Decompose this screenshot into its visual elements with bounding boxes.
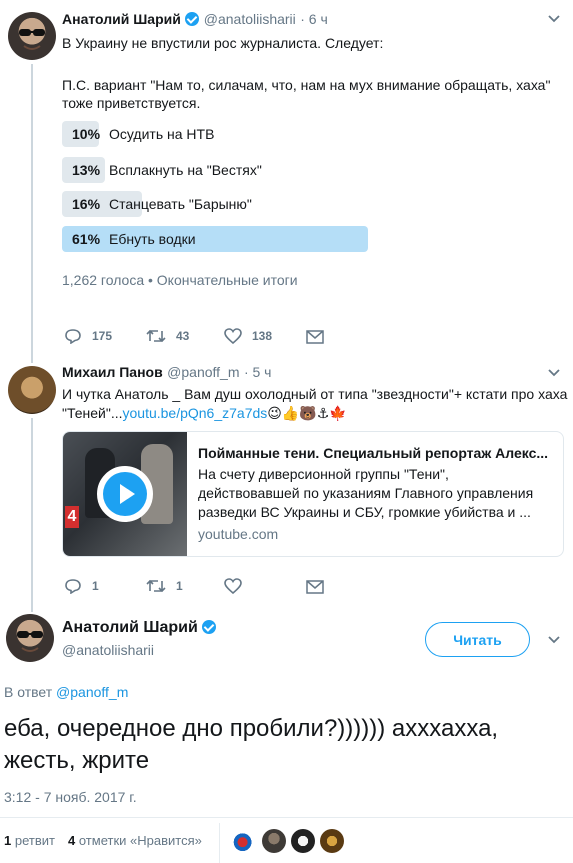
poll-percent: 10%	[72, 126, 101, 142]
thread-line	[31, 64, 33, 360]
tweet3-text-line1: еба, очередное дно пробили?)))))) ахххах…	[4, 715, 499, 742]
channel-logo: 4	[65, 506, 79, 528]
reply-icon	[65, 579, 81, 594]
poll-percent: 61%	[72, 231, 101, 247]
verified-icon	[202, 620, 217, 634]
author-handle[interactable]: @panoff_m	[167, 364, 239, 380]
verified-icon	[185, 12, 200, 26]
poll-percent: 13%	[72, 162, 101, 178]
poll-meta: 1,262 голоса • Окончательные итоги	[62, 272, 298, 288]
avatar-panov[interactable]	[8, 366, 56, 414]
retweet-count: 43	[176, 329, 190, 343]
emoji-row: 😉👍🐻⚓🍁	[267, 405, 347, 421]
retweet-button[interactable]: 1	[146, 578, 183, 594]
thread-line	[31, 598, 33, 612]
sunglasses-graphic	[19, 29, 45, 50]
card-thumbnail[interactable]: 4	[63, 432, 187, 556]
dm-icon[interactable]	[306, 579, 324, 595]
play-button[interactable]	[97, 466, 153, 522]
link-card[interactable]: 4 Пойманные тени. Специальный репортаж А…	[62, 431, 564, 557]
author-handle[interactable]: @anatoliisharii	[204, 11, 296, 27]
like-stat[interactable]: 4 отметки «Нравится»	[68, 833, 202, 848]
reply-context: В ответ @panoff_m	[4, 684, 128, 700]
tweet2-text-tail: "Теней"...	[62, 405, 123, 421]
poll-option: 16% Станцевать "Барыню"	[62, 191, 368, 217]
poll-option: 13% Всплакнуть на "Вестях"	[62, 157, 368, 183]
retweet-count: 1	[176, 579, 183, 593]
tweet3-name-row: Анатолий Шарий	[62, 619, 217, 637]
liker-avatar[interactable]	[291, 829, 315, 853]
sunglasses-graphic	[17, 631, 43, 652]
liker-avatar[interactable]	[233, 829, 257, 853]
retweet-icon	[146, 579, 166, 593]
avatar-sharii[interactable]	[8, 12, 56, 60]
tweet1-header: Анатолий Шарий @anatoliisharii · 6 ч	[62, 11, 328, 29]
card-description-line2: действовавшей по указаниям Главного упра…	[198, 485, 534, 501]
divider	[0, 817, 573, 818]
poll-label: Всплакнуть на "Вестях"	[109, 162, 262, 178]
author-name[interactable]: Анатолий Шарий	[62, 619, 198, 636]
reply-button[interactable]: 1	[64, 578, 99, 594]
card-title[interactable]: Пойманные тени. Специальный репортаж Але…	[198, 445, 548, 461]
card-domain: youtube.com	[198, 526, 279, 542]
tweet2-text-line1: И чутка Анатоль _ Вам душ охолодный от т…	[62, 386, 568, 402]
reply-icon	[65, 329, 81, 344]
reply-button[interactable]: 175	[64, 328, 112, 344]
poll-option: 61% Ебнуть водки	[62, 226, 368, 252]
tweet1-text-line1: В Украину не впустили рос журналиста. Сл…	[62, 35, 384, 51]
tweet1-text-line2: П.С. вариант "Нам то, силачам, что, нам …	[62, 77, 551, 93]
author-name[interactable]: Михаил Панов	[62, 364, 163, 380]
poll-bar-winner	[62, 226, 368, 252]
like-button[interactable]: 138	[224, 328, 272, 344]
author-handle[interactable]: @anatoliisharii	[62, 642, 154, 658]
liker-avatar[interactable]	[320, 829, 344, 853]
tweet-timestamp[interactable]: 3:12 - 7 нояб. 2017 г.	[4, 789, 137, 805]
tweet-time[interactable]: · 6 ч	[300, 11, 328, 27]
dm-icon[interactable]	[306, 329, 324, 345]
play-icon	[120, 484, 135, 504]
thread-line	[31, 353, 33, 363]
chevron-down-icon[interactable]	[547, 14, 561, 24]
tweet2-text-line2: "Теней"...youtu.be/pQn6_z7a7ds😉👍🐻⚓🍁	[62, 404, 347, 423]
thread-line	[31, 418, 33, 598]
like-stat-count: 4	[68, 833, 76, 848]
poll-percent: 16%	[72, 196, 101, 212]
poll-label: Станцевать "Барыню"	[109, 196, 252, 212]
like-button[interactable]	[224, 578, 242, 594]
tweet3-text-line2: жесть, жрите	[4, 747, 150, 774]
card-description-line3: разведки ВС Украины и СБУ, громкие убийс…	[198, 504, 531, 520]
reply-count: 1	[92, 579, 99, 593]
tweet2-header: Михаил Панов @panoff_m · 5 ч	[62, 364, 271, 382]
poll-option: 10% Осудить на НТВ	[62, 121, 368, 147]
retweet-button[interactable]: 43	[146, 328, 189, 344]
retweet-stat-label: ретвит	[14, 833, 55, 848]
youtube-link[interactable]: youtu.be/pQn6_z7a7ds	[123, 405, 268, 421]
retweet-stat[interactable]: 1 ретвит	[4, 833, 55, 848]
retweet-icon	[146, 329, 166, 343]
stats-divider	[219, 823, 220, 863]
tweet1-text-line3: тоже приветствуется.	[62, 95, 201, 111]
chevron-down-icon[interactable]	[547, 368, 561, 378]
like-count: 138	[252, 329, 273, 343]
reply-prefix: В ответ	[4, 684, 53, 700]
poll-label: Ебнуть водки	[109, 231, 196, 247]
tweet-time[interactable]: · 5 ч	[244, 364, 272, 380]
like-stat-label: отметки «Нравится»	[78, 833, 202, 848]
reply-count: 175	[92, 329, 113, 343]
liker-avatar[interactable]	[262, 829, 286, 853]
reply-to-handle[interactable]: @panoff_m	[56, 684, 128, 700]
play-button-inner	[103, 472, 147, 516]
poll-label: Осудить на НТВ	[109, 126, 215, 142]
author-name[interactable]: Анатолий Шарий	[62, 11, 181, 27]
chevron-down-icon[interactable]	[547, 635, 561, 645]
card-description-line1: На счету диверсионной группы "Тени",	[198, 466, 449, 482]
retweet-stat-count: 1	[4, 833, 12, 848]
like-icon	[224, 328, 242, 344]
like-icon	[224, 578, 242, 594]
avatar-sharii[interactable]	[6, 614, 54, 662]
follow-button[interactable]: Читать	[425, 622, 530, 657]
